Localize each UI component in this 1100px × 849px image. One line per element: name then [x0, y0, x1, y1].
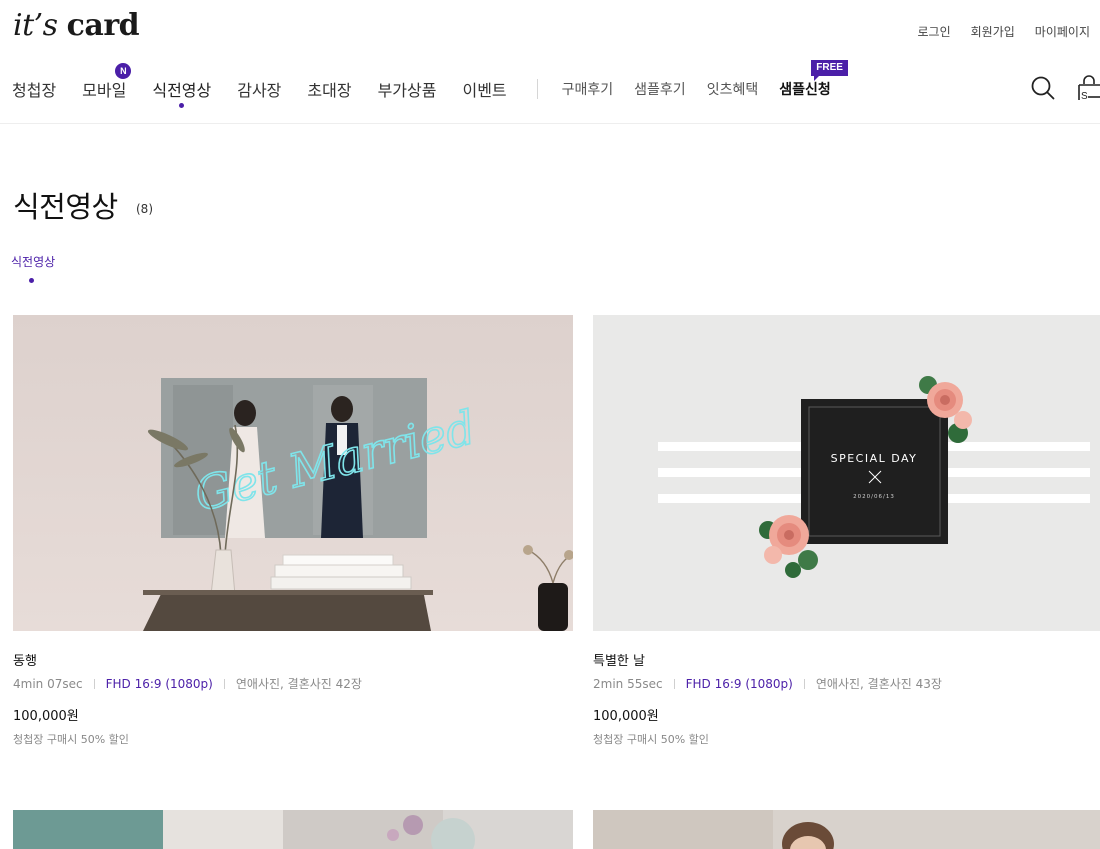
nav-label: 식전영상 [152, 81, 212, 100]
nav-item-sample-reviews[interactable]: 샘플후기 [634, 79, 686, 99]
nav-item-invitation-card[interactable]: 초대장 [307, 77, 351, 101]
product-meta: 4min 07sec FHD 16:9 (1080p) 연애사진, 결혼사진 4… [13, 675, 362, 692]
nav-item-reviews[interactable]: 구매후기 [562, 79, 614, 99]
meta-divider [673, 678, 675, 689]
nav-label: 청첩장 [12, 81, 57, 100]
product-discount: 청첩장 구매시 50% 할인 [13, 733, 129, 746]
product-price: 100,000원 [13, 709, 79, 724]
nav-label: 모바일 [82, 81, 127, 100]
product-price: 100,000원 [593, 709, 659, 724]
nav-label: 샘플후기 [634, 82, 686, 98]
nav-label: 샘플신청 [779, 82, 831, 98]
product-resolution: FHD 16:9 (1080p) [685, 676, 793, 691]
nav-label: 초대장 [307, 81, 352, 100]
meta-divider [93, 678, 95, 689]
product-resolution: FHD 16:9 (1080p) [105, 676, 213, 691]
product-discount: 청첩장 구매시 50% 할인 [593, 733, 709, 746]
login-link[interactable]: 로그인 [918, 23, 951, 40]
svg-text:S: S [1081, 91, 1088, 101]
active-indicator-dot [179, 103, 185, 108]
thumbnail-title-text: SPECIAL DAY [831, 452, 918, 465]
search-icon[interactable] [1031, 76, 1055, 100]
nav-item-mobile[interactable]: 모바일 N [82, 63, 132, 101]
nav-label: 감사장 [237, 81, 282, 100]
meta-divider [803, 678, 805, 689]
product-duration: 2min 55sec [593, 676, 663, 691]
product-meta: 2min 55sec FHD 16:9 (1080p) 연애사진, 결혼사진 4… [593, 675, 942, 692]
nav-label: 구매후기 [561, 82, 614, 98]
new-badge: N [115, 63, 132, 79]
utility-links: 로그인 회원가입 마이페이지 [918, 23, 1091, 40]
product-duration: 4min 07sec [13, 676, 83, 691]
signup-link[interactable]: 회원가입 [971, 23, 1015, 40]
nav-item-sample-request[interactable]: 샘플신청 FREE [779, 60, 848, 99]
product-photo-count: 연애사진, 결혼사진 43장 [815, 677, 942, 691]
nav-item-thank-you-card[interactable]: 감사장 [237, 77, 281, 101]
header-divider [0, 123, 1100, 124]
main-navigation: 청첩장 모바일 N 식전영상 감사장 초대장 부가상품 이벤트 구매후기 샘플후기… [12, 60, 852, 108]
logo-bold-text: card [66, 8, 140, 43]
nav-label: 이벤트 [462, 81, 507, 100]
product-thumbnail[interactable]: Get Married [13, 315, 573, 631]
nav-item-extras[interactable]: 부가상품 [378, 77, 437, 101]
thumbnail-date-text: 2020/06/13 [853, 494, 895, 500]
nav-label: 부가상품 [377, 81, 437, 100]
nav-item-benefits[interactable]: 잇츠혜택 [707, 79, 759, 99]
page-title: 식전영상 [13, 190, 118, 224]
product-card[interactable]: SPECIAL DAY 2020/06/13 특별한 날 2min 55sec … [593, 315, 1100, 746]
product-thumbnail-next-row[interactable] [13, 810, 573, 849]
nav-item-pre-ceremony-video[interactable]: 식전영상 [152, 77, 212, 108]
nav-item-events[interactable]: 이벤트 [462, 77, 506, 101]
product-count: (8) [136, 202, 153, 216]
product-thumbnail[interactable]: SPECIAL DAY 2020/06/13 [593, 315, 1100, 631]
subtab-pre-ceremony-video[interactable]: 식전영상 [11, 253, 55, 270]
product-name[interactable]: 특별한 날 [593, 650, 645, 669]
meta-divider [223, 678, 225, 689]
logo-italic-text: it’s [13, 8, 58, 43]
subtab-active-dot [29, 278, 34, 283]
product-thumbnail-next-row[interactable] [593, 810, 1100, 849]
nav-label: 잇츠혜택 [706, 82, 759, 98]
product-name[interactable]: 동행 [13, 650, 37, 669]
nav-item-invitation[interactable]: 청첩장 [12, 77, 56, 101]
product-photo-count: 연애사진, 결혼사진 42장 [235, 677, 362, 691]
free-badge: FREE [811, 60, 848, 81]
shopping-bag-icon[interactable]: S [1078, 75, 1100, 101]
mypage-link[interactable]: 마이페이지 [1035, 23, 1090, 40]
site-logo[interactable]: it’s card [13, 8, 140, 43]
nav-divider [536, 79, 538, 99]
product-card[interactable]: Get Married 동행 4min 07sec FHD 16:9 (1080… [13, 315, 573, 746]
